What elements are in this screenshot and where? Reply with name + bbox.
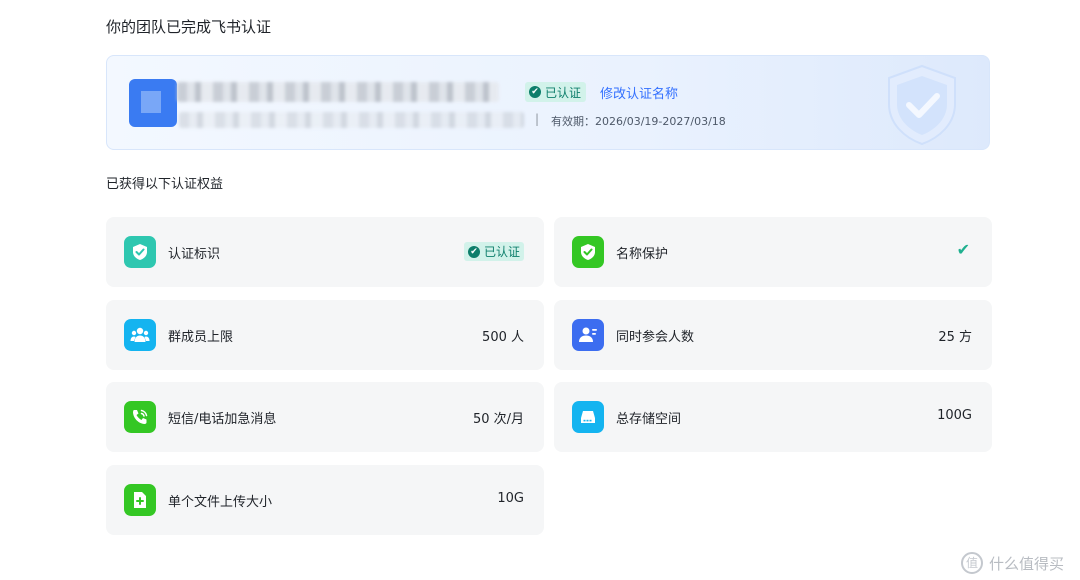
benefit-value: 10G bbox=[497, 491, 524, 506]
benefits-title: 已获得以下认证权益 bbox=[106, 177, 224, 192]
benefit-card-meeting-participants: 同时参会人数 25 方 bbox=[554, 300, 992, 370]
redacted-org-name bbox=[177, 82, 499, 102]
redacted-org-detail bbox=[179, 112, 524, 128]
benefit-label: 认证标识 bbox=[168, 247, 221, 262]
phone-icon bbox=[124, 401, 156, 433]
benefit-label: 名称保护 bbox=[616, 247, 669, 262]
benefit-card-certification-mark: 认证标识 ✔ 已认证 bbox=[106, 217, 544, 287]
watermark-text: 什么值得买 bbox=[988, 554, 1064, 573]
meeting-user-icon bbox=[572, 319, 604, 351]
check-icon: ✔ bbox=[529, 86, 541, 98]
verified-badge-label: 已认证 bbox=[545, 85, 582, 100]
benefit-value: 500 人 bbox=[482, 330, 524, 345]
org-logo bbox=[129, 79, 177, 127]
page-title: 你的团队已完成飞书认证 bbox=[106, 18, 272, 36]
benefit-card-file-upload: 单个文件上传大小 10G bbox=[106, 465, 544, 535]
file-upload-icon bbox=[124, 484, 156, 516]
shield-check-icon bbox=[572, 236, 604, 268]
storage-icon bbox=[572, 401, 604, 433]
site-watermark: 值 什么值得买 bbox=[960, 552, 1064, 574]
shield-check-icon bbox=[124, 236, 156, 268]
separator: | bbox=[535, 112, 540, 126]
benefit-label: 群成员上限 bbox=[168, 330, 234, 345]
check-icon: ✔ bbox=[956, 240, 970, 259]
rename-certification-link[interactable]: 修改认证名称 bbox=[600, 83, 678, 102]
benefit-label: 总存储空间 bbox=[616, 412, 682, 427]
benefit-card-storage: 总存储空间 100G bbox=[554, 382, 992, 452]
benefit-label: 同时参会人数 bbox=[616, 330, 695, 345]
group-icon bbox=[124, 319, 156, 351]
benefit-card-urgent-message: 短信/电话加急消息 50 次/月 bbox=[106, 382, 544, 452]
benefit-label: 短信/电话加急消息 bbox=[168, 412, 277, 427]
validity-period: 有效期：2026/03/19-2027/03/18 bbox=[551, 115, 726, 128]
benefit-value: 50 次/月 bbox=[472, 412, 524, 427]
verified-badge: ✔ 已认证 bbox=[463, 242, 524, 261]
benefit-value: 100G bbox=[937, 408, 972, 423]
verified-badge: ✔ 已认证 bbox=[525, 82, 587, 102]
benefit-label: 单个文件上传大小 bbox=[168, 495, 273, 510]
watermark-badge-icon: 值 bbox=[960, 552, 983, 574]
check-icon: ✔ bbox=[467, 245, 480, 258]
certification-banner: ✔ 已认证 修改认证名称 | 有效期：2026/03/19-2027/03/18 bbox=[106, 55, 990, 150]
benefit-card-name-protection: 名称保护 ✔ bbox=[554, 217, 992, 287]
benefit-value: 25 方 bbox=[938, 330, 972, 345]
benefit-card-group-limit: 群成员上限 500 人 bbox=[106, 300, 544, 370]
shield-watermark-icon bbox=[888, 64, 956, 146]
verified-badge-label: 已认证 bbox=[483, 245, 520, 259]
